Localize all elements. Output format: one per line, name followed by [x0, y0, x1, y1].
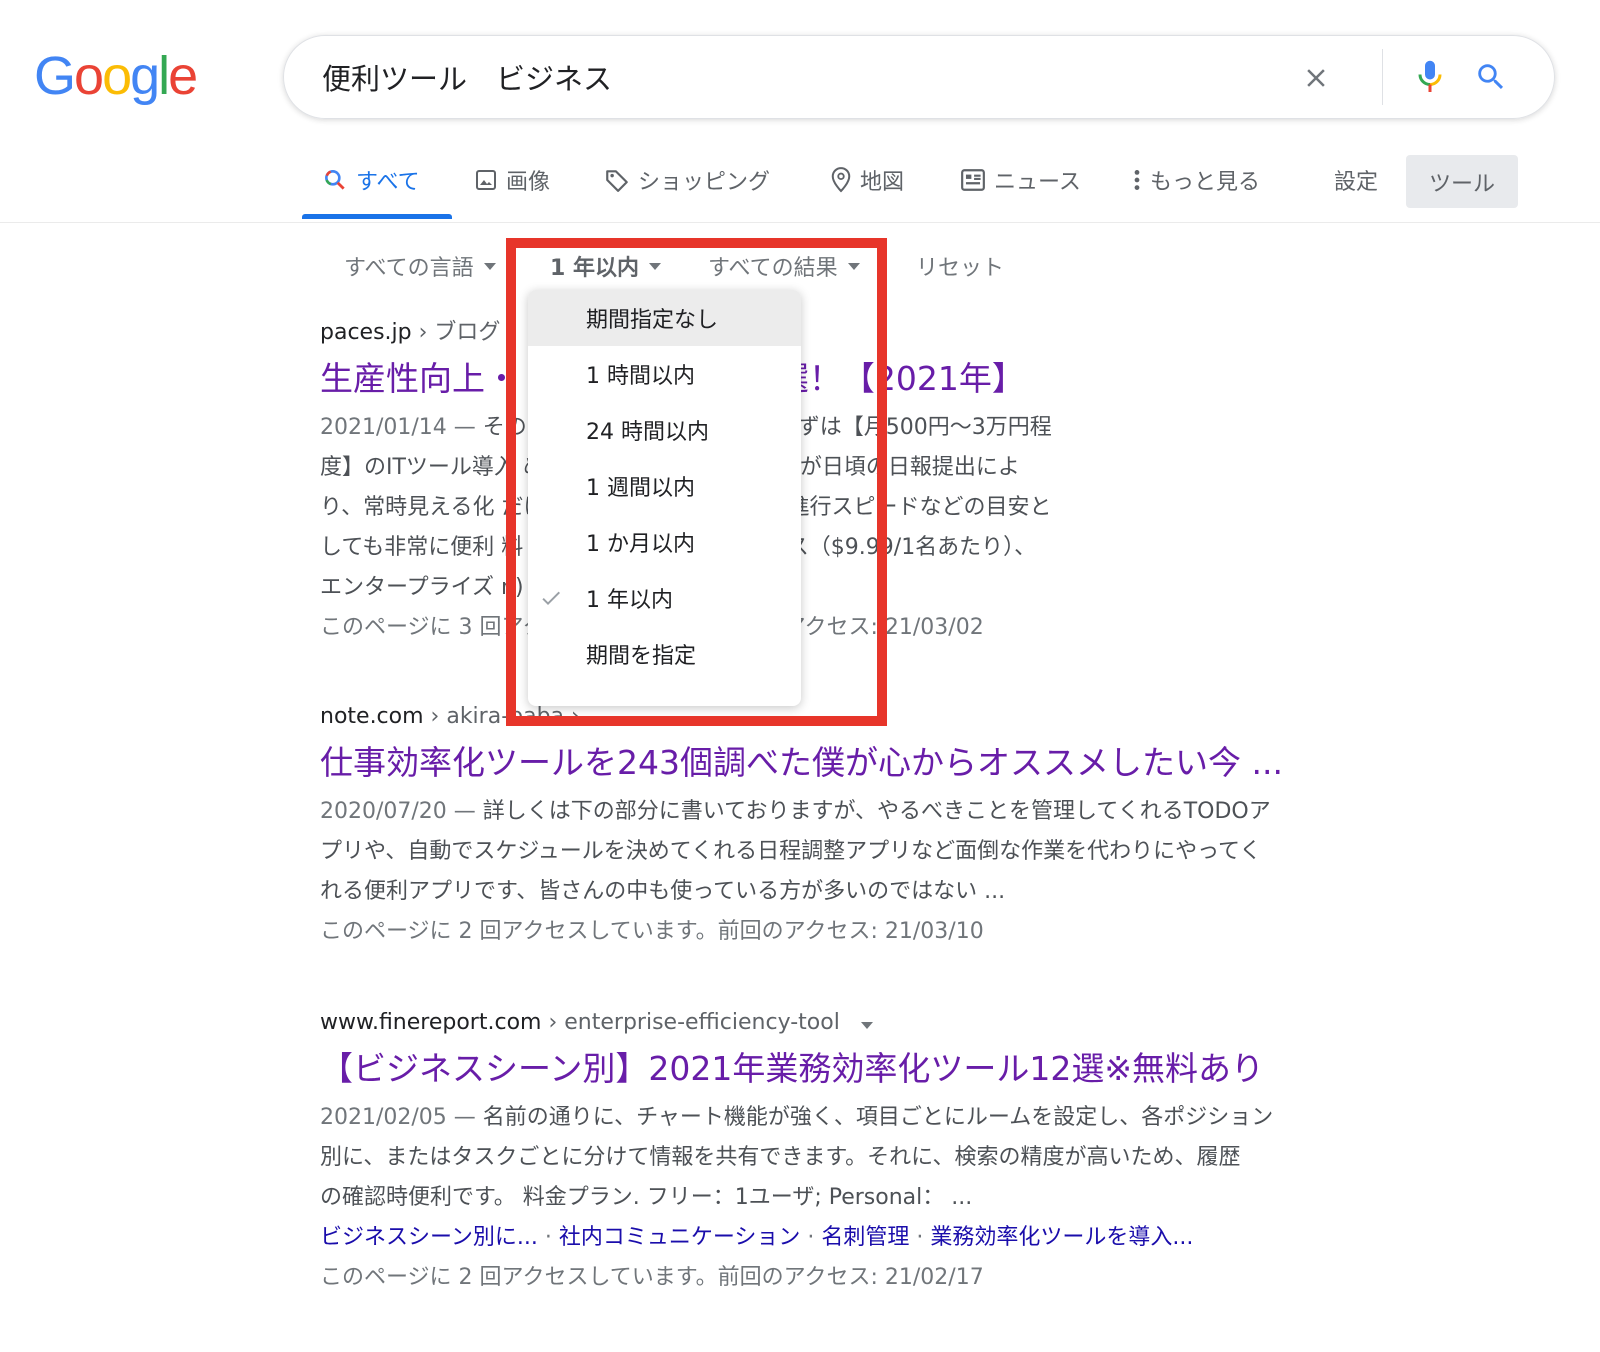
visit-history: このページに 2 回アクセスしています。前回のアクセス: 21/02/17 — [320, 1265, 984, 1290]
time-filter[interactable]: 1 年以内 — [550, 250, 661, 282]
settings-link[interactable]: 設定 — [1334, 164, 1378, 196]
microphone-icon — [1418, 60, 1442, 92]
language-filter[interactable]: すべての言語 — [344, 250, 496, 282]
tab-label: 地図 — [860, 170, 905, 195]
tab-maps[interactable]: 地図 — [830, 164, 904, 196]
result-url[interactable]: note.com › akira-baba › — [320, 702, 1420, 732]
visit-history: このページに 2 回アクセスしています。前回のアクセス: 21/03/10 — [320, 919, 984, 944]
sitelinks: ビジネスシーン別に... · 社内コミュニケーション · 名刺管理 · 業務効率… — [320, 1225, 1194, 1250]
result-url[interactable]: paces.jp › ブログ › — [320, 318, 1420, 348]
snippet-line: エンタープライズ n) — [320, 575, 524, 600]
results-filter-label: すべての結果 — [708, 256, 838, 281]
logo-letter: G — [34, 46, 76, 106]
caret-down-icon[interactable] — [860, 1022, 873, 1029]
menu-item-past-hour[interactable]: 1 時間以内 — [528, 346, 801, 402]
tab-label: ショッピング — [638, 170, 771, 195]
voice-search-button[interactable] — [1408, 54, 1452, 100]
more-vert-icon — [1134, 170, 1140, 190]
tag-icon — [606, 170, 628, 192]
snippet-line: 名前の通りに、チャート機能が強く、項目ごとにルームを設定し、各ポジション — [482, 1105, 1274, 1130]
result-domain: www.finereport.com — [320, 1010, 542, 1035]
menu-item-any-time[interactable]: 期間指定なし — [528, 290, 801, 346]
tab-label: ニュース — [994, 170, 1081, 195]
tab-all[interactable]: すべて — [322, 164, 420, 196]
menu-item-custom-range[interactable]: 期間を指定 — [528, 626, 801, 682]
logo-letter: o — [74, 46, 104, 106]
result-title[interactable]: 仕事効率化ツールを243個調べた僕が心からオススメしたい今 ... — [320, 740, 1420, 786]
caret-down-icon — [483, 262, 496, 270]
snippet-line: しても非常に便利 料・月額費用：ビジネスクラス（$9.99/1名あたり）、 — [320, 535, 1036, 560]
result-domain: note.com — [320, 704, 424, 729]
logo-letter: g — [130, 46, 160, 106]
caret-down-icon — [648, 262, 661, 270]
sitelink[interactable]: 社内コミュニケーション — [559, 1225, 801, 1250]
snippet-line: 詳しくは下の部分に書いておりますが、やるべきことを管理してくれるTODOア — [482, 799, 1271, 824]
search-result: note.com › akira-baba › 仕事効率化ツールを243個調べた… — [320, 702, 1420, 952]
result-date: 2021/01/14 — — [320, 415, 483, 440]
menu-item-past-week[interactable]: 1 週間以内 — [528, 458, 801, 514]
result-snippet: 2020/07/20 — 詳しくは下の部分に書いておりますが、やるべきことを管理… — [320, 792, 1420, 912]
logo-letter: o — [102, 46, 132, 106]
result-path: › ブログ › — [418, 320, 517, 345]
search-icon — [325, 170, 345, 190]
result-path: › akira-baba › — [430, 704, 580, 729]
tab-more[interactable]: もっと見る — [1132, 164, 1260, 196]
search-icon — [1478, 64, 1504, 90]
logo-letter: l — [158, 46, 170, 106]
caret-down-icon — [847, 262, 860, 270]
result-title[interactable]: 生産性向上・ 適な ITツール12選！【2021年】 — [320, 356, 1420, 402]
tab-label: すべて — [356, 170, 420, 195]
menu-item-past-24-hours[interactable]: 24 時間以内 — [528, 402, 801, 458]
tools-button[interactable]: ツール — [1406, 155, 1518, 208]
snippet-line: れる便利アプリです、皆さんの中も使っている方が多いのではない ... — [320, 879, 1006, 904]
map-pin-icon — [831, 167, 851, 193]
result-snippet: 2021/02/05 — 名前の通りに、チャート機能が強く、項目ごとにルームを設… — [320, 1098, 1420, 1218]
language-filter-label: すべての言語 — [344, 256, 474, 281]
snippet-line: 度】のITツール導入 めです！ ... ような採算状況が日頃の日報提出によ — [320, 455, 1020, 480]
reset-filter-link[interactable]: リセット — [916, 250, 1004, 282]
time-filter-menu: 期間指定なし 1 時間以内 24 時間以内 1 週間以内 1 か月以内 1 年以… — [528, 290, 801, 706]
tab-label: もっと見る — [1150, 170, 1261, 195]
result-date: 2021/02/05 — — [320, 1105, 483, 1130]
result-path: › enterprise-efficiency-tool — [548, 1010, 840, 1035]
menu-item-past-month[interactable]: 1 か月以内 — [528, 514, 801, 570]
menu-item-label: 1 年以内 — [586, 588, 673, 613]
tab-images[interactable]: 画像 — [474, 164, 550, 196]
search-input[interactable] — [322, 54, 1282, 100]
tab-news[interactable]: ニュース — [960, 164, 1081, 196]
logo-letter: e — [168, 46, 198, 106]
result-url[interactable]: www.finereport.com › enterprise-efficien… — [320, 1008, 1420, 1038]
search-button[interactable] — [1468, 54, 1514, 100]
visit-history: このページに 3 回アクセスしています。前回のアクセス: 21/03/02 — [320, 615, 984, 640]
snippet-line: り、常時見える化 だけの判断でなく、全体的な進行スピードなどの目安と — [320, 495, 1051, 520]
sitelink[interactable]: 名刺管理 — [821, 1225, 909, 1250]
result-date: 2020/07/20 — — [320, 799, 483, 824]
search-box — [283, 35, 1555, 119]
results-filter[interactable]: すべての結果 — [708, 250, 860, 282]
tab-label: 画像 — [506, 170, 551, 195]
search-result: paces.jp › ブログ › 生産性向上・ 適な ITツール12選！【202… — [320, 318, 1420, 648]
tab-shopping[interactable]: ショッピング — [604, 164, 770, 196]
searchbox-divider — [1382, 49, 1383, 105]
sitelink[interactable]: ビジネスシーン別に... — [320, 1225, 538, 1250]
snippet-line: の確認時便利です。 料金プラン. フリー：1ユーザ; Personal： ... — [320, 1185, 973, 1210]
result-domain: paces.jp — [320, 320, 412, 345]
active-tab-indicator — [302, 214, 452, 219]
clear-button[interactable] — [1294, 56, 1338, 100]
time-filter-label: 1 年以内 — [550, 256, 639, 281]
result-snippet: 2021/01/14 — その 効率化を目指す際には、まずは【月500円〜3万円… — [320, 408, 1420, 608]
snippet-line: 別に、またはタスクごとに分けて情報を共有できます。それに、検索の精度が高いため、… — [320, 1145, 1241, 1170]
result-title[interactable]: 【ビジネスシーン別】2021年業務効率化ツール12選※無料あり — [320, 1046, 1420, 1092]
close-icon — [1307, 69, 1325, 87]
image-icon — [476, 170, 496, 190]
sitelink[interactable]: 業務効率化ツールを導入... — [930, 1225, 1193, 1250]
header-divider — [0, 222, 1600, 223]
checkmark-icon — [542, 591, 560, 605]
snippet-line: プリや、自動でスケジュールを決めてくれる日程調整アプリなど面倒な作業を代わりにや… — [320, 839, 1262, 864]
google-logo[interactable]: Google — [34, 44, 198, 108]
search-result: www.finereport.com › enterprise-efficien… — [320, 1008, 1420, 1298]
menu-item-past-year[interactable]: 1 年以内 — [528, 570, 801, 626]
news-icon — [961, 169, 985, 191]
